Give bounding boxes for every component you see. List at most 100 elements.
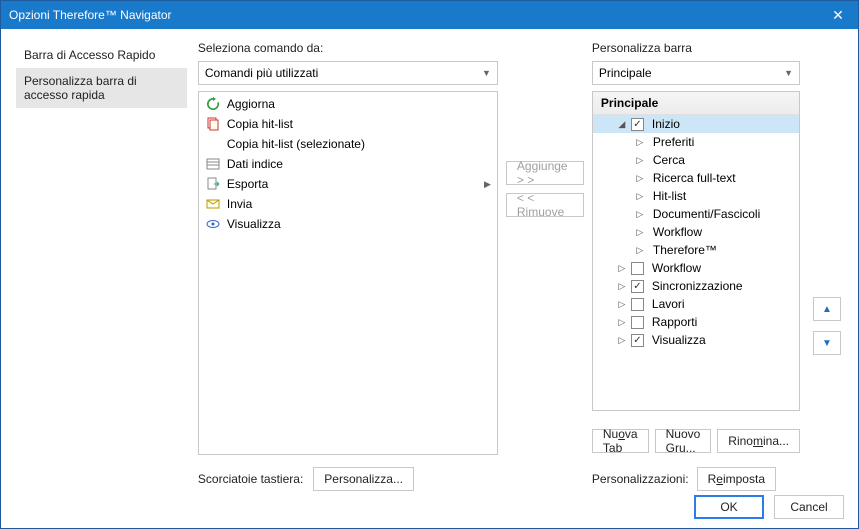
cmd-label: Dati indice bbox=[227, 157, 283, 171]
cmd-view[interactable]: Visualizza bbox=[199, 214, 497, 234]
tree-row[interactable]: ▷ Hit-list bbox=[593, 187, 799, 205]
expand-icon[interactable]: ▷ bbox=[635, 173, 645, 184]
cancel-button[interactable]: Cancel bbox=[774, 495, 844, 519]
expand-icon[interactable]: ▷ bbox=[635, 137, 645, 148]
checkbox[interactable] bbox=[631, 118, 644, 131]
tree-actions: Nuova Tab Nuovo Gru... Rinomina... bbox=[592, 429, 800, 453]
chevron-down-icon: ▼ bbox=[482, 68, 491, 78]
new-group-button[interactable]: Nuovo Gru... bbox=[655, 429, 712, 453]
tree-row[interactable]: ▷ Lavori bbox=[593, 295, 799, 313]
add-button[interactable]: Aggiunge > > bbox=[506, 161, 584, 185]
reorder-buttons: ▲ ▼ bbox=[810, 41, 844, 491]
cmd-send[interactable]: Invia bbox=[199, 194, 497, 214]
cmd-label: Esporta bbox=[227, 177, 268, 191]
tree-row-label: Inizio bbox=[652, 117, 680, 131]
tree-row-label: Visualizza bbox=[652, 333, 706, 347]
move-down-button[interactable]: ▼ bbox=[813, 331, 841, 355]
choose-commands-label: Seleziona comando da: bbox=[198, 41, 498, 55]
collapse-icon[interactable]: ◢ bbox=[617, 119, 627, 130]
cmd-copy-hitlist-selected[interactable]: Copia hit-list (selezionate) bbox=[199, 134, 497, 154]
cmd-label: Invia bbox=[227, 197, 252, 211]
chevron-down-icon: ▼ bbox=[784, 68, 793, 78]
expand-icon[interactable]: ▷ bbox=[617, 263, 627, 274]
expand-arrow-icon: ▶ bbox=[484, 179, 491, 190]
blank-icon bbox=[205, 136, 221, 152]
expand-icon[interactable]: ▷ bbox=[635, 155, 645, 166]
checkbox[interactable] bbox=[631, 316, 644, 329]
tree-row-label: Rapporti bbox=[652, 315, 697, 329]
checkbox[interactable] bbox=[631, 262, 644, 275]
tree-row[interactable]: ▷ Therefore™ bbox=[593, 241, 799, 259]
checkbox[interactable] bbox=[631, 280, 644, 293]
customize-ribbon-label: Personalizza barra bbox=[592, 41, 800, 55]
cmd-index-data[interactable]: Dati indice bbox=[199, 154, 497, 174]
remove-button[interactable]: < < Rimuove bbox=[506, 193, 584, 217]
tree-row[interactable]: ▷Sincronizzazione bbox=[593, 277, 799, 295]
tree-row[interactable]: ▷ Rapporti bbox=[593, 313, 799, 331]
form-icon bbox=[205, 156, 221, 172]
expand-icon[interactable]: ▷ bbox=[617, 281, 627, 292]
category-list: Barra di Accesso Rapido Personalizza bar… bbox=[15, 41, 188, 486]
expand-icon[interactable]: ▷ bbox=[635, 227, 645, 238]
tree-row-label: Ricerca full-text bbox=[653, 171, 736, 185]
reset-button[interactable]: Reimposta bbox=[697, 467, 776, 491]
tree-row[interactable]: ▷ Workflow bbox=[593, 223, 799, 241]
new-tab-button[interactable]: Nuova Tab bbox=[592, 429, 649, 453]
ok-button[interactable]: OK bbox=[694, 495, 764, 519]
checkbox[interactable] bbox=[631, 334, 644, 347]
ribbon-combo-value: Principale bbox=[599, 66, 652, 80]
expand-icon[interactable]: ▷ bbox=[635, 209, 645, 220]
cmd-refresh[interactable]: Aggiorna bbox=[199, 94, 497, 114]
window-title: Opzioni Therefore™ Navigator bbox=[9, 8, 172, 22]
cmd-copy-hitlist[interactable]: Copia hit-list bbox=[199, 114, 497, 134]
ribbon-tree[interactable]: Principale ◢ Inizio ▷ Preferiti ▷ Cerca ▷ Ricerc… bbox=[592, 91, 800, 411]
cmd-export[interactable]: Esporta ▶ bbox=[199, 174, 497, 194]
commands-combo[interactable]: Comandi più utilizzati ▼ bbox=[198, 61, 498, 85]
commands-listbox[interactable]: Aggiorna Copia hit-list Copia hit-list (… bbox=[198, 91, 498, 455]
expand-icon[interactable]: ▷ bbox=[635, 191, 645, 202]
close-icon[interactable]: ✕ bbox=[826, 7, 850, 24]
tree-row[interactable]: ▷ Preferiti bbox=[593, 133, 799, 151]
expand-icon[interactable]: ▷ bbox=[617, 317, 627, 328]
refresh-icon bbox=[205, 96, 221, 112]
tree-row-label: Preferiti bbox=[653, 135, 694, 149]
tree-row[interactable]: ▷ Documenti/Fascicoli bbox=[593, 205, 799, 223]
dialog-content: Barra di Accesso Rapido Personalizza bar… bbox=[1, 29, 858, 486]
cmd-label: Visualizza bbox=[227, 217, 281, 231]
checkbox[interactable] bbox=[631, 298, 644, 311]
commands-column: Seleziona comando da: Comandi più utiliz… bbox=[198, 41, 498, 491]
expand-icon[interactable]: ▷ bbox=[635, 245, 645, 256]
tree-header: Principale bbox=[593, 92, 799, 115]
tree-row-label: Workflow bbox=[652, 261, 701, 275]
tree-row[interactable]: ◢ Inizio bbox=[593, 115, 799, 133]
expand-icon[interactable]: ▷ bbox=[617, 335, 627, 346]
move-up-button[interactable]: ▲ bbox=[813, 297, 841, 321]
copy-icon bbox=[205, 116, 221, 132]
tree-row-label: Cerca bbox=[653, 153, 685, 167]
tree-row-label: Documenti/Fascicoli bbox=[653, 207, 760, 221]
nav-item-qat[interactable]: Barra di Accesso Rapido bbox=[16, 42, 187, 68]
transfer-buttons: Aggiunge > > < < Rimuove bbox=[506, 41, 584, 491]
cmd-label: Copia hit-list bbox=[227, 117, 293, 131]
tree-row-label: Lavori bbox=[652, 297, 685, 311]
tree-row-label: Workflow bbox=[653, 225, 702, 239]
eye-icon bbox=[205, 216, 221, 232]
cmd-label: Copia hit-list (selezionate) bbox=[227, 137, 365, 151]
tree-row-label: Hit-list bbox=[653, 189, 686, 203]
tree-row-label: Therefore™ bbox=[653, 243, 717, 257]
expand-icon[interactable]: ▷ bbox=[617, 299, 627, 310]
nav-item-customize-qat[interactable]: Personalizza barra di accesso rapida bbox=[16, 68, 187, 108]
tree-row[interactable]: ▷ Workflow bbox=[593, 259, 799, 277]
tree-row[interactable]: ▷ Ricerca full-text bbox=[593, 169, 799, 187]
tree-row[interactable]: ▷ Visualizza bbox=[593, 331, 799, 349]
mail-icon bbox=[205, 196, 221, 212]
rename-button[interactable]: Rinomina... bbox=[717, 429, 800, 453]
customizations-label: Personalizzazioni: bbox=[592, 472, 689, 486]
cmd-label: Aggiorna bbox=[227, 97, 275, 111]
commands-combo-value: Comandi più utilizzati bbox=[205, 66, 318, 80]
kb-shortcuts-label: Scorciatoie tastiera: bbox=[198, 472, 303, 486]
ribbon-column: Personalizza barra Principale ▼ Principa… bbox=[592, 41, 800, 491]
ribbon-combo[interactable]: Principale ▼ bbox=[592, 61, 800, 85]
customize-kb-button[interactable]: Personalizza... bbox=[313, 467, 414, 491]
tree-row[interactable]: ▷ Cerca bbox=[593, 151, 799, 169]
